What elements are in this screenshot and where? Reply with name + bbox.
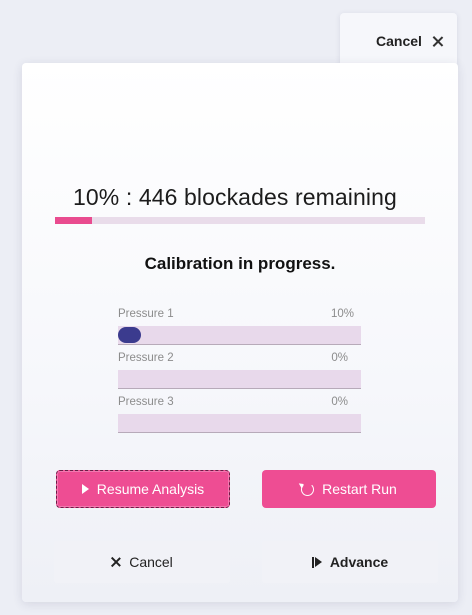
play-icon: [81, 484, 89, 494]
advance-label: Advance: [329, 554, 389, 570]
pressure-1-label: Pressure 1: [118, 308, 174, 320]
cancel-button[interactable]: Cancel: [54, 541, 230, 583]
pressure-2-label: Pressure 2: [118, 352, 174, 364]
restart-run-button[interactable]: Restart Run: [262, 470, 436, 508]
overall-progress-fill: [55, 217, 92, 224]
cancel-label: Cancel: [129, 554, 173, 570]
progress-headline: 10% : 446 blockades remaining: [73, 184, 397, 211]
progress-percent: 10%: [73, 184, 120, 210]
status-text: Calibration in progress.: [144, 254, 336, 273]
resume-analysis-label: Resume Analysis: [96, 481, 205, 497]
close-icon: [432, 36, 443, 47]
progress-remaining: 446 blockades remaining: [138, 184, 397, 210]
pressure-1-knob[interactable]: [118, 327, 141, 343]
advance-button[interactable]: Advance: [262, 541, 438, 583]
pressure-1-value: 10%: [330, 308, 354, 320]
resume-analysis-button[interactable]: Resume Analysis: [56, 470, 230, 508]
pressure-3-value: 0%: [331, 396, 348, 408]
pressure-2-bar: [118, 370, 361, 389]
pressure-1-slider[interactable]: [118, 326, 361, 345]
pressure-2-value: 0%: [331, 352, 348, 364]
top-cancel-label: Cancel: [376, 33, 422, 49]
pressure-3-label: Pressure 3: [118, 396, 174, 408]
top-cancel-button[interactable]: Cancel: [340, 13, 457, 67]
step-forward-icon: [311, 556, 322, 568]
calibration-dialog: 10% : 446 blockades remaining Calibratio…: [22, 63, 458, 602]
progress-separator: :: [119, 184, 139, 210]
restart-run-label: Restart Run: [322, 481, 397, 497]
restart-icon: [301, 482, 315, 496]
pressure-3-bar: [118, 414, 361, 433]
overall-progress-bar: [55, 217, 425, 224]
close-icon: [111, 557, 121, 567]
